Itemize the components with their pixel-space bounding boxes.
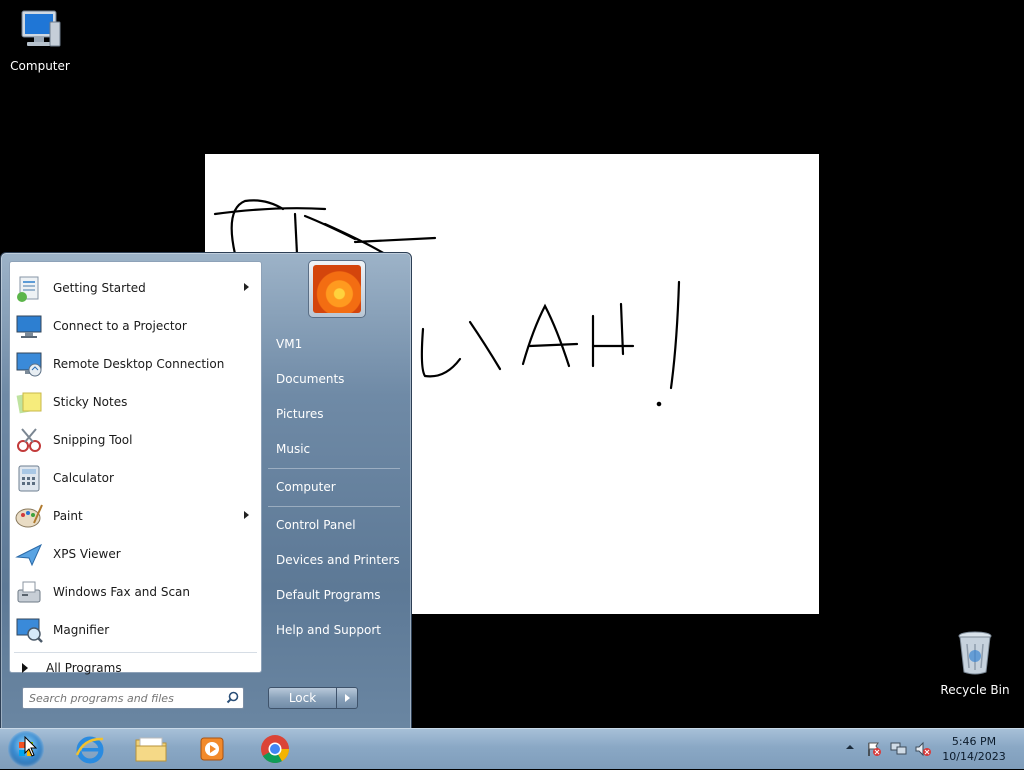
programs-list: Getting Started Connect to a Projector R… xyxy=(9,261,262,675)
program-label: Getting Started xyxy=(53,281,146,295)
lock-button[interactable]: Lock xyxy=(269,688,337,708)
scissors-icon xyxy=(12,423,46,457)
all-programs-label: All Programs xyxy=(46,661,122,675)
devices-printers-link[interactable]: Devices and Printers xyxy=(276,553,400,567)
program-label: Calculator xyxy=(53,471,114,485)
paint-palette-icon xyxy=(12,499,46,533)
submenu-arrow-icon[interactable] xyxy=(244,283,249,291)
recycle-bin-icon xyxy=(958,631,992,675)
documents-link[interactable]: Documents xyxy=(276,372,344,386)
help-support-link[interactable]: Help and Support xyxy=(276,623,381,637)
network-icon[interactable] xyxy=(890,741,908,760)
action-center-icon[interactable] xyxy=(866,741,882,760)
taskbar-internet-explorer[interactable] xyxy=(68,731,112,767)
all-programs-button[interactable]: All Programs xyxy=(18,658,122,678)
program-item-fax-scan[interactable]: Windows Fax and Scan xyxy=(12,574,259,610)
folder-icon xyxy=(135,737,167,762)
program-item-sticky-notes[interactable]: Sticky Notes xyxy=(12,384,259,420)
program-label: Magnifier xyxy=(53,623,110,637)
remote-desktop-icon xyxy=(12,347,46,381)
desktop-icon-label: Recycle Bin xyxy=(940,683,1010,697)
music-link[interactable]: Music xyxy=(276,442,310,456)
program-label: Remote Desktop Connection xyxy=(53,357,225,371)
internet-explorer-icon xyxy=(75,736,104,764)
taskbar-media-player[interactable] xyxy=(190,731,234,767)
separator xyxy=(268,506,400,507)
getting-started-icon xyxy=(12,271,46,305)
magnifier-icon xyxy=(12,613,46,647)
fax-icon xyxy=(12,575,46,609)
shutdown-options-button[interactable] xyxy=(337,688,357,708)
flower-image xyxy=(313,265,361,313)
pictures-link[interactable]: Pictures xyxy=(276,407,324,421)
mouse-cursor-icon xyxy=(24,736,38,757)
program-label: Snipping Tool xyxy=(53,433,133,447)
control-panel-link[interactable]: Control Panel xyxy=(276,518,356,532)
program-item-remote-desktop[interactable]: Remote Desktop Connection xyxy=(12,346,259,382)
program-item-snipping-tool[interactable]: Snipping Tool xyxy=(12,422,259,458)
xps-viewer-icon xyxy=(12,537,46,571)
clock-date: 10/14/2023 xyxy=(942,750,1006,763)
program-label: Sticky Notes xyxy=(53,395,128,409)
show-hidden-icons-button[interactable] xyxy=(845,741,855,755)
computer-link[interactable]: Computer xyxy=(276,480,336,494)
search-box[interactable] xyxy=(22,687,244,709)
program-item-getting-started[interactable]: Getting Started xyxy=(12,270,259,306)
projector-icon xyxy=(12,309,46,343)
system-clock[interactable]: 5:46 PM 10/14/2023 xyxy=(940,734,1008,764)
search-input[interactable] xyxy=(27,688,221,708)
default-programs-link[interactable]: Default Programs xyxy=(276,588,381,602)
separator xyxy=(268,468,400,469)
arrow-right-icon xyxy=(22,663,28,673)
program-item-magnifier[interactable]: Magnifier xyxy=(12,612,259,648)
program-item-connect-projector[interactable]: Connect to a Projector xyxy=(12,308,259,344)
separator xyxy=(14,652,257,653)
desktop-icon-label: Computer xyxy=(10,59,70,73)
clock-time: 5:46 PM xyxy=(951,735,997,748)
volume-muted-icon[interactable] xyxy=(914,741,932,760)
program-item-calculator[interactable]: Calculator xyxy=(12,460,259,496)
program-label: XPS Viewer xyxy=(53,547,121,561)
program-label: Windows Fax and Scan xyxy=(53,585,191,599)
taskbar-chrome[interactable] xyxy=(253,731,297,767)
lock-button-group: Lock xyxy=(268,687,358,709)
media-player-icon xyxy=(200,737,224,761)
program-item-xps-viewer[interactable]: XPS Viewer xyxy=(12,536,259,572)
taskbar: 5:46 PM 10/14/2023 xyxy=(0,728,1024,769)
desktop-icon-recycle-bin[interactable]: Recycle Bin xyxy=(937,630,1013,697)
calculator-icon xyxy=(12,461,46,495)
program-item-paint[interactable]: Paint xyxy=(12,498,259,534)
submenu-arrow-icon[interactable] xyxy=(244,511,249,519)
sticky-notes-icon xyxy=(12,385,46,419)
arrow-right-icon xyxy=(344,694,350,702)
program-label: Connect to a Projector xyxy=(53,319,187,333)
computer-icon xyxy=(21,10,61,47)
desktop-icon-computer[interactable]: Computer xyxy=(2,8,78,73)
user-avatar[interactable] xyxy=(308,260,366,318)
user-folder-link[interactable]: VM1 xyxy=(276,337,302,351)
start-menu: Getting Started Connect to a Projector R… xyxy=(0,252,412,730)
program-label: Paint xyxy=(53,509,83,523)
chevron-up-icon xyxy=(846,745,854,749)
taskbar-explorer[interactable] xyxy=(129,731,173,767)
search-icon[interactable] xyxy=(226,691,239,707)
chrome-icon xyxy=(261,735,289,763)
